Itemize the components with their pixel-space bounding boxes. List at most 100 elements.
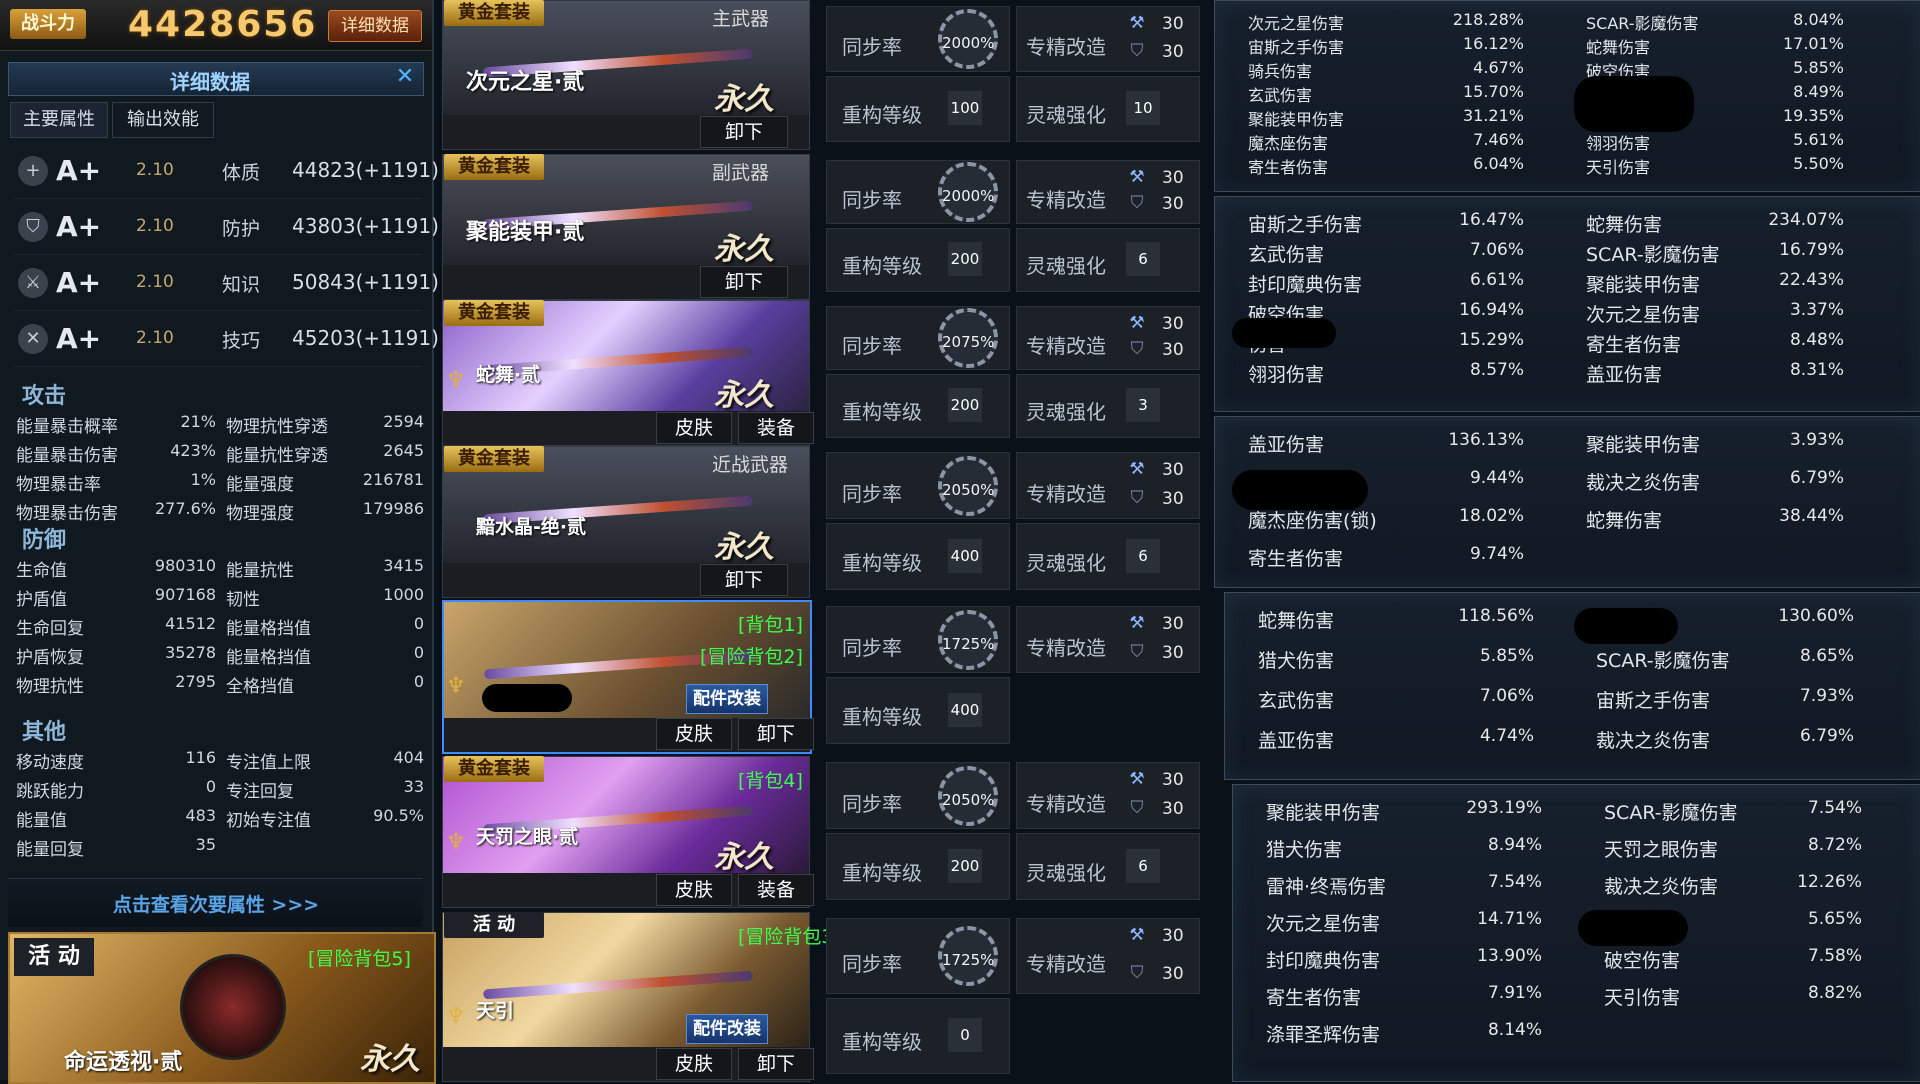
rebuild-level-value: 400: [948, 692, 982, 727]
permanent-tag: 永久: [714, 232, 774, 267]
sync-rate-ring: 2000%: [938, 162, 998, 222]
refine-label: 专精改造: [1026, 952, 1106, 976]
weapon-name: 蛇舞·贰: [476, 364, 541, 386]
set-badge: 黄金套装: [444, 756, 544, 782]
accessory-modify-button[interactable]: 配件改装: [686, 684, 768, 714]
stat-label: 能量值: [16, 811, 67, 831]
combat-power-label: 战斗力: [10, 9, 86, 39]
soul-level-value: 6: [1126, 538, 1160, 573]
soul-label: 灵魂强化: [1026, 860, 1106, 885]
attribute-name: 技巧: [222, 330, 261, 352]
stat-label: 跳跃能力: [16, 782, 84, 802]
weapon-slot-type: 副武器: [712, 162, 770, 184]
item-name: 命运透视·贰: [64, 1050, 183, 1075]
damage-name: 盖亚伤害: [1586, 364, 1663, 386]
stat-value: 90.5%: [373, 806, 424, 825]
stat-label: 物理暴击伤害: [16, 504, 118, 524]
rank-wings-icon: ♆: [446, 368, 466, 393]
sync-rate-ring: 2075%: [938, 308, 998, 368]
stat-label: 能量格挡值: [226, 648, 311, 668]
rebuild-label: 重构等级: [842, 103, 922, 127]
sync-rate-label: 同步率: [842, 35, 902, 59]
tab-output-efficiency[interactable]: 输出效能: [112, 102, 214, 138]
rank-wings-icon: ♆: [446, 674, 466, 699]
sync-rate-label: 同步率: [842, 188, 902, 212]
damage-name: 蛇舞伤害: [1258, 610, 1335, 632]
stat-label: 物理暴击率: [16, 475, 101, 495]
close-icon[interactable]: ✕: [392, 64, 418, 90]
redacted-name: [1578, 910, 1688, 946]
detail-data-button[interactable]: 详细数据: [328, 10, 422, 42]
damage-value: 4.67%: [1473, 58, 1524, 77]
damage-value: 6.04%: [1473, 154, 1524, 173]
damage-name: SCAR-影魔伤害: [1586, 14, 1699, 33]
tab-main-attributes[interactable]: 主要属性: [10, 102, 108, 138]
damage-value: 6.61%: [1469, 270, 1524, 290]
refine-value-2: 30: [1162, 194, 1184, 214]
damage-name: 蛇舞伤害: [1586, 510, 1663, 532]
section-title-defense: 防御: [22, 528, 67, 553]
damage-value: 3.93%: [1789, 430, 1844, 450]
weapon-name: 天引: [476, 1000, 515, 1022]
stat-value: 216781: [362, 470, 424, 489]
weapon-slot-type: 近战武器: [712, 454, 789, 476]
damage-name: 玄武伤害: [1248, 244, 1325, 266]
permanent-tag: 永久: [360, 1042, 420, 1077]
stat-value: 0: [413, 614, 424, 633]
stat-value: 0: [413, 643, 424, 662]
sync-rate-label: 同步率: [842, 791, 902, 816]
damage-value: 6.79%: [1799, 726, 1854, 746]
rank-wings-icon: ♆: [446, 1004, 466, 1029]
damage-value: 9.44%: [1469, 468, 1524, 488]
attribute-value: 50843(+1191): [292, 270, 439, 294]
weapon-action-button[interactable]: 皮肤: [656, 874, 732, 906]
refine-value-2: 30: [1162, 340, 1184, 360]
weapon-action-button[interactable]: 卸下: [700, 116, 788, 148]
refine-label: 专精改造: [1026, 188, 1106, 212]
dagger-icon: ✕: [18, 324, 48, 354]
sync-rate-label: 同步率: [842, 481, 902, 506]
pack-tag: [背包1]: [738, 614, 803, 636]
view-secondary-attributes-link[interactable]: 点击查看次要属性 >>>: [0, 890, 432, 917]
permanent-tag: 永久: [714, 530, 774, 565]
damage-value: 16.12%: [1462, 34, 1524, 53]
stat-value: 116: [185, 748, 216, 767]
damage-name: 猎犬伤害: [1258, 650, 1335, 672]
weapon-action-button[interactable]: 皮肤: [656, 718, 732, 750]
weapon-action-button[interactable]: 卸下: [700, 266, 788, 298]
refine-value-1: 30: [1162, 926, 1184, 946]
stat-label: 物理强度: [226, 504, 294, 524]
rebuild-label: 重构等级: [842, 550, 922, 575]
rebuild-level-value: 200: [948, 848, 982, 883]
damage-value: 8.94%: [1487, 835, 1542, 855]
damage-value: 14.71%: [1477, 909, 1542, 929]
damage-name: 涤罪圣辉伤害: [1266, 1024, 1381, 1046]
damage-name: 天引伤害: [1586, 158, 1651, 177]
weapon-action-button[interactable]: 卸下: [738, 1048, 814, 1080]
damage-value: 8.49%: [1793, 82, 1844, 101]
damage-value: 293.19%: [1466, 798, 1542, 818]
stat-label: 护盾恢复: [16, 648, 84, 668]
redacted-name: [1232, 318, 1336, 348]
rebuild-label: 重构等级: [842, 860, 922, 885]
accessory-modify-button[interactable]: 配件改装: [686, 1014, 768, 1044]
weapon-action-button[interactable]: 装备: [738, 412, 814, 444]
wrench-icon: ⚒: [1129, 13, 1145, 33]
stat-value: 21%: [180, 412, 216, 431]
set-badge: 黄金套装: [444, 300, 544, 326]
pack-tag: [背包4]: [738, 770, 803, 792]
stat-label: 专注回复: [226, 782, 294, 802]
shield-icon: ⛉: [1130, 41, 1144, 61]
weapon-action-button[interactable]: 皮肤: [656, 412, 732, 444]
redacted-name: [1232, 470, 1368, 510]
stat-value: 2594: [383, 412, 424, 431]
shield-icon: ⛉: [18, 212, 48, 242]
damage-name: 封印魔典伤害: [1266, 950, 1381, 972]
weapon-action-button[interactable]: 装备: [738, 874, 814, 906]
weapon-action-button[interactable]: 卸下: [700, 564, 788, 596]
rebuild-level-value: 200: [948, 242, 982, 276]
weapon-action-button[interactable]: 皮肤: [656, 1048, 732, 1080]
damage-value: 136.13%: [1448, 430, 1524, 450]
stat-label: 能量暴击概率: [16, 417, 118, 437]
weapon-action-button[interactable]: 卸下: [738, 718, 814, 750]
